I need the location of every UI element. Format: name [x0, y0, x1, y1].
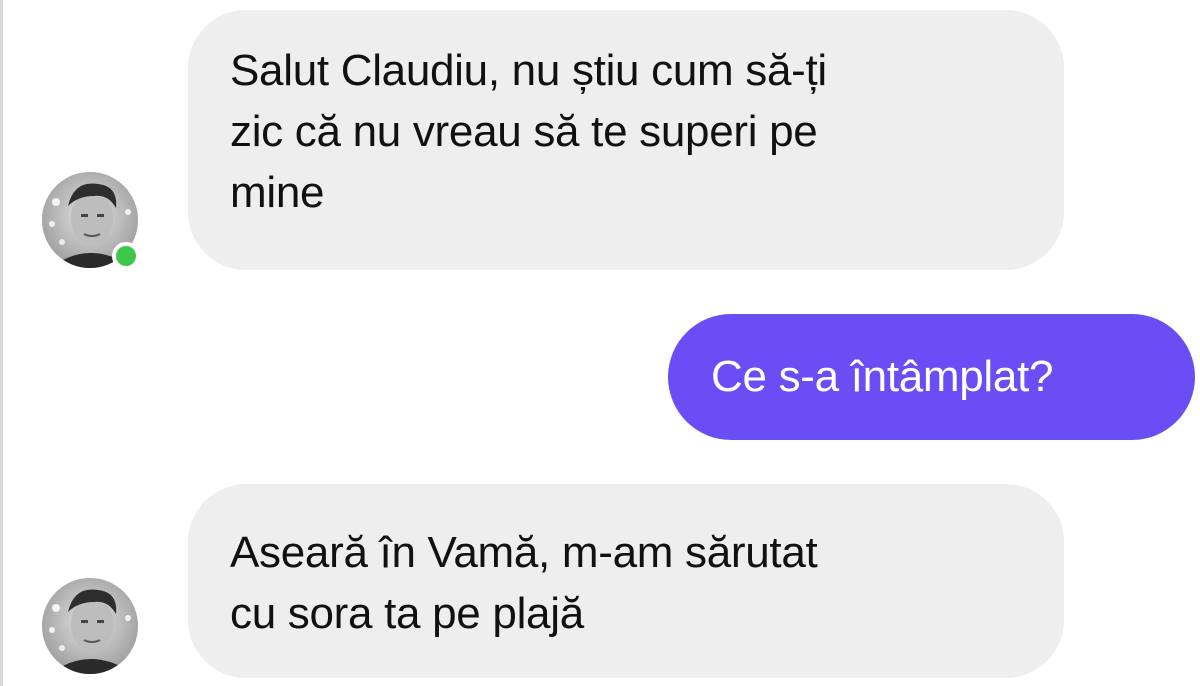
message-text-line: cu sora ta pe plajă: [230, 589, 584, 638]
avatar-photo: [42, 578, 138, 674]
contact-avatar[interactable]: [42, 578, 138, 674]
window-edge: [0, 0, 3, 686]
message-text-line: zic că nu vreau să te superi pe: [230, 107, 818, 156]
incoming-message-bubble[interactable]: Salut Claudiu, nu știu cum să-ți zic că …: [188, 10, 1064, 270]
message-text-line: Ce s-a întâmplat?: [711, 352, 1054, 401]
message-text-line: Salut Claudiu, nu știu cum să-ți: [230, 46, 827, 95]
message-text-line: mine: [230, 168, 325, 217]
contact-avatar[interactable]: [42, 172, 140, 270]
online-status-dot-icon: [112, 242, 140, 270]
outgoing-message-bubble[interactable]: Ce s-a întâmplat?: [668, 314, 1195, 440]
message-text-line: Aseară în Vamă, m-am sărutat: [230, 528, 818, 577]
incoming-message-bubble[interactable]: Aseară în Vamă, m-am sărutat cu sora ta …: [188, 484, 1064, 678]
